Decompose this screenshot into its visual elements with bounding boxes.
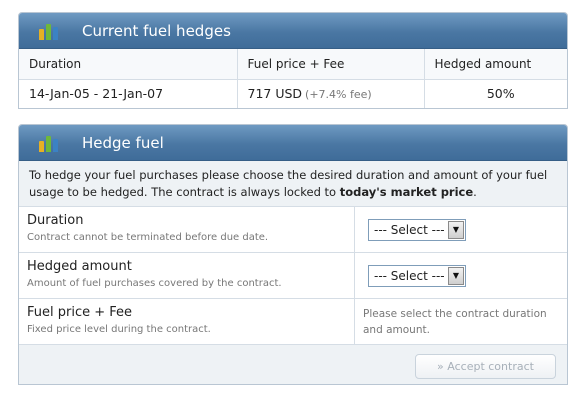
duration-label: Duration [27,213,84,228]
table-row: 14-Jan-05 - 21-Jan-07 717 USD (+7.4% fee)… [19,79,567,108]
amount-label-cell: Hedged amount Amount of fuel purchases c… [19,253,355,298]
hedge-fuel-header: Hedge fuel [19,125,567,161]
bar-chart-icon [38,133,60,153]
amount-select-value: --- Select --- [374,268,445,283]
hedge-duration-cell: 14-Jan-05 - 21-Jan-07 [19,79,238,108]
amount-control-cell: --- Select --- ▼ [355,253,567,298]
intro-end-text: . [473,185,477,199]
amount-label: Hedged amount [27,259,132,274]
duration-control-cell: --- Select --- ▼ [355,207,567,252]
amount-help: Amount of fuel purchases covered by the … [27,278,282,289]
duration-row: Duration Contract cannot be terminated b… [19,207,567,253]
table-header-row: Duration Fuel price + Fee Hedged amount [19,49,567,80]
form-footer: » Accept contract [19,345,567,387]
current-fuel-hedges-panel: Current fuel hedges Duration Fuel price … [18,12,568,109]
duration-help: Contract cannot be terminated before due… [27,232,269,243]
column-header-amount: Hedged amount [424,49,567,80]
price-note: Please select the contract duration and … [363,307,547,336]
hedges-table: Duration Fuel price + Fee Hedged amount … [19,49,567,108]
fuel-price-row: Fuel price + Fee Fixed price level durin… [19,299,567,345]
column-header-price: Fuel price + Fee [237,49,425,80]
price-label: Fuel price + Fee [27,305,133,320]
hedge-amount-cell: 50% [486,86,515,102]
hedged-amount-select[interactable]: --- Select --- ▼ [368,264,466,287]
hedge-price-cell: 717 USD (+7.4% fee) [237,79,425,108]
price-info-cell: Please select the contract duration and … [355,299,567,344]
current-fuel-hedges-header: Current fuel hedges [19,13,567,49]
hedge-fuel-panel: Hedge fuel To hedge your fuel purchases … [18,124,568,385]
panel-title: Current fuel hedges [82,21,231,40]
column-header-duration: Duration [19,49,238,80]
price-label-cell: Fuel price + Fee Fixed price level durin… [19,299,355,344]
duration-select-value: --- Select --- [374,222,445,237]
dropdown-arrow-icon[interactable]: ▼ [448,266,464,285]
price-help: Fixed price level during the contract. [27,324,211,335]
accept-contract-button[interactable]: » Accept contract [415,353,556,379]
panel-title: Hedge fuel [82,133,164,152]
dropdown-arrow-icon[interactable]: ▼ [448,220,464,239]
intro-bold-text: today's market price [339,185,474,199]
hedge-fee-value: (+7.4% fee) [305,88,372,102]
duration-label-cell: Duration Contract cannot be terminated b… [19,207,355,252]
duration-select[interactable]: --- Select --- ▼ [368,218,466,241]
hedged-amount-row: Hedged amount Amount of fuel purchases c… [19,253,567,299]
bar-chart-icon [38,21,60,41]
hedge-price-value: 717 USD [247,86,303,102]
hedge-intro-text: To hedge your fuel purchases please choo… [19,161,567,207]
